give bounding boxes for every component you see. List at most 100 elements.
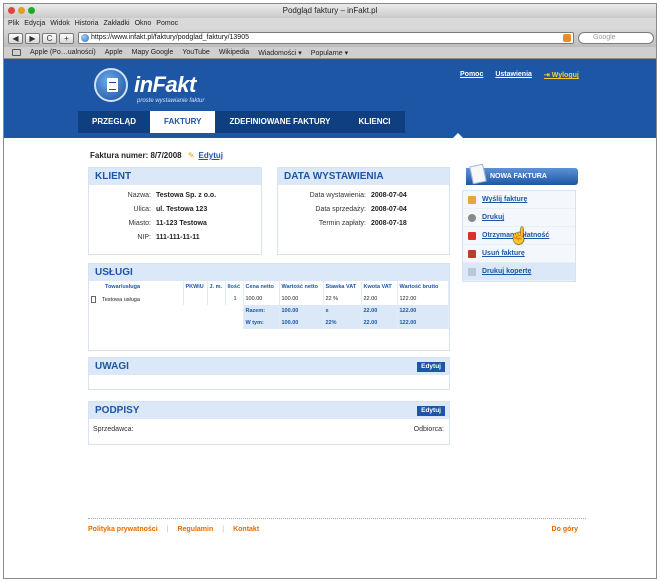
zoom-icon[interactable]	[28, 7, 35, 14]
settings-link[interactable]: Ustawienia	[495, 71, 532, 79]
url-text: https://www.infakt.pl/faktury/podglad_fa…	[91, 34, 249, 41]
print-action[interactable]: Drukuj	[463, 209, 575, 227]
bookmark-item[interactable]: YouTube	[182, 49, 210, 56]
rss-icon[interactable]	[563, 34, 571, 42]
tab-klienci[interactable]: KLIENCI	[345, 111, 405, 133]
column-header: Stawka VAT	[323, 281, 362, 293]
cell: 22.00	[361, 317, 398, 329]
cell: Testowa usługa	[89, 293, 184, 305]
bookmark-item[interactable]: Wikipedia	[219, 49, 249, 56]
menu-pomoc[interactable]: Pomoc	[156, 18, 178, 29]
title-bar: Podgląd faktury – inFakt.pl	[4, 4, 656, 18]
column-header: Wartość brutto	[397, 281, 449, 293]
cell: 22 %	[323, 293, 362, 305]
menu-historia[interactable]: Historia	[75, 18, 99, 29]
cell: 122.00	[397, 305, 449, 317]
pencil-icon: ✎	[187, 151, 195, 160]
bookmark-item[interactable]: Wiadomości ▾	[258, 49, 302, 57]
search-input[interactable]: Google	[578, 32, 654, 44]
dates-panel: DATA WYSTAWIENIA Data wystawienia: 2008-0…	[277, 167, 450, 255]
edit-invoice-link[interactable]: Edytuj	[199, 151, 223, 160]
client-nip-row: NIP: 111-111-11-11	[137, 234, 200, 241]
tab-zdefiniowane-faktury[interactable]: ZDEFINIOWANE FAKTURY	[215, 111, 344, 133]
column-header: Ilość	[225, 281, 244, 293]
open-book-icon[interactable]	[12, 49, 21, 56]
globe-icon	[81, 34, 89, 42]
cell	[89, 317, 244, 329]
bookmark-item[interactable]: Apple (Po…ualności)	[30, 49, 96, 56]
due-date-row: Termin zapłaty: 2008-07-18	[318, 220, 407, 227]
services-panel: USŁUGI Towar/usługa PKWiU J. m. Ilość Ce…	[88, 263, 450, 351]
terms-link[interactable]: Regulamin	[177, 526, 213, 533]
edit-signatures-button[interactable]: Edytuj	[417, 406, 445, 416]
logo-text: inFakt	[134, 72, 196, 97]
menu-zakladki[interactable]: Zakładki	[103, 18, 129, 29]
print-envelope-action[interactable]: Drukuj kopertę	[463, 263, 575, 281]
search-placeholder: Google	[593, 34, 616, 41]
cell: 22.00	[361, 305, 398, 317]
notes-heading: UWAGI Edytuj	[89, 358, 449, 375]
client-name-row: Nazwa: Testowa Sp. z o.o.	[127, 192, 217, 199]
reload-button[interactable]: C	[42, 32, 57, 44]
menu-edycja[interactable]: Edycja	[24, 18, 45, 29]
column-header: PKWiU	[183, 281, 208, 293]
menu-plik[interactable]: Plik	[8, 18, 19, 29]
new-document-icon	[469, 163, 487, 185]
cell: 1	[225, 293, 244, 305]
tab-faktury[interactable]: FAKTURY	[150, 111, 216, 133]
money-icon	[468, 231, 476, 240]
edit-notes-button[interactable]: Edytuj	[417, 362, 445, 372]
footer-divider	[88, 518, 586, 519]
back-to-top-link[interactable]: Do góry	[552, 526, 578, 533]
client-panel: KLIENT Nazwa: Testowa Sp. z o.o. Ulica: ul…	[88, 167, 262, 255]
cell: 100.00	[279, 317, 324, 329]
client-city-row: Miasto: 11-123 Testowa	[128, 220, 207, 227]
footer-separator: |	[166, 526, 169, 533]
bookmark-item[interactable]: Mapy Google	[132, 49, 174, 56]
cell: W tym:	[243, 317, 280, 329]
delete-invoice-action[interactable]: Usuń fakturę	[463, 245, 575, 263]
close-icon[interactable]	[8, 7, 15, 14]
new-invoice-button[interactable]: NOWA FAKTURA	[466, 163, 578, 185]
address-bar[interactable]: https://www.infakt.pl/faktury/podglad_fa…	[78, 32, 574, 44]
notes-panel: UWAGI Edytuj	[88, 357, 450, 390]
web-page: inFakt proste wystawianie faktur Pomoc U…	[4, 59, 656, 578]
dates-heading: DATA WYSTAWIENIA	[278, 168, 449, 185]
table-row: Testowa usługa 1 100.00 100.00 22 % 22.0…	[89, 293, 449, 305]
main-nav: PRZEGLĄD FAKTURY ZDEFINIOWANE FAKTURY KL…	[78, 111, 405, 133]
services-heading: USŁUGI	[89, 264, 449, 281]
contact-link[interactable]: Kontakt	[233, 526, 259, 533]
bookmark-item[interactable]: Popularne ▾	[311, 49, 348, 57]
browser-toolbar: ◀ ▶ C + https://www.infakt.pl/faktury/po…	[4, 29, 656, 47]
printer-icon	[468, 213, 476, 222]
sale-date-row: Data sprzedaży: 2008-07-04	[315, 206, 407, 213]
menu-widok[interactable]: Widok	[50, 18, 69, 29]
logout-link[interactable]: ⇥ Wyloguj	[544, 71, 579, 79]
privacy-link[interactable]: Polityka prywatności	[88, 526, 158, 533]
signatures-heading: PODPISY Edytuj	[89, 402, 449, 419]
forward-button[interactable]: ▶	[25, 32, 40, 44]
back-button[interactable]: ◀	[8, 32, 23, 44]
help-link[interactable]: Pomoc	[460, 71, 483, 79]
cell: 100.00	[279, 305, 324, 317]
minimize-icon[interactable]	[18, 7, 25, 14]
browser-window: Podgląd faktury – inFakt.pl Plik Edycja …	[3, 3, 657, 579]
signature-row: Sprzedawca: Odbiorca:	[89, 419, 449, 433]
cell	[207, 293, 226, 305]
column-header: J. m.	[207, 281, 226, 293]
column-header: Cena netto	[243, 281, 280, 293]
window-controls	[8, 7, 35, 14]
totals-row: Razem: 100.00 x 22.00 122.00	[89, 305, 449, 317]
menu-okno[interactable]: Okno	[135, 18, 152, 29]
cell: 100.00	[243, 293, 280, 305]
send-invoice-action[interactable]: Wyślij fakturę	[463, 191, 575, 209]
column-header: Kwota VAT	[361, 281, 398, 293]
bookmark-item[interactable]: Apple	[105, 49, 123, 56]
cell: 122.00	[397, 293, 449, 305]
logo[interactable]: inFakt	[94, 68, 196, 102]
tab-przeglad[interactable]: PRZEGLĄD	[78, 111, 150, 133]
add-bookmark-button[interactable]: +	[59, 32, 74, 44]
issue-date-row: Data wystawienia: 2008-07-04	[309, 192, 407, 199]
site-header: inFakt proste wystawianie faktur Pomoc U…	[4, 59, 656, 138]
signatures-panel: PODPISY Edytuj Sprzedawca: Odbiorca:	[88, 401, 450, 445]
